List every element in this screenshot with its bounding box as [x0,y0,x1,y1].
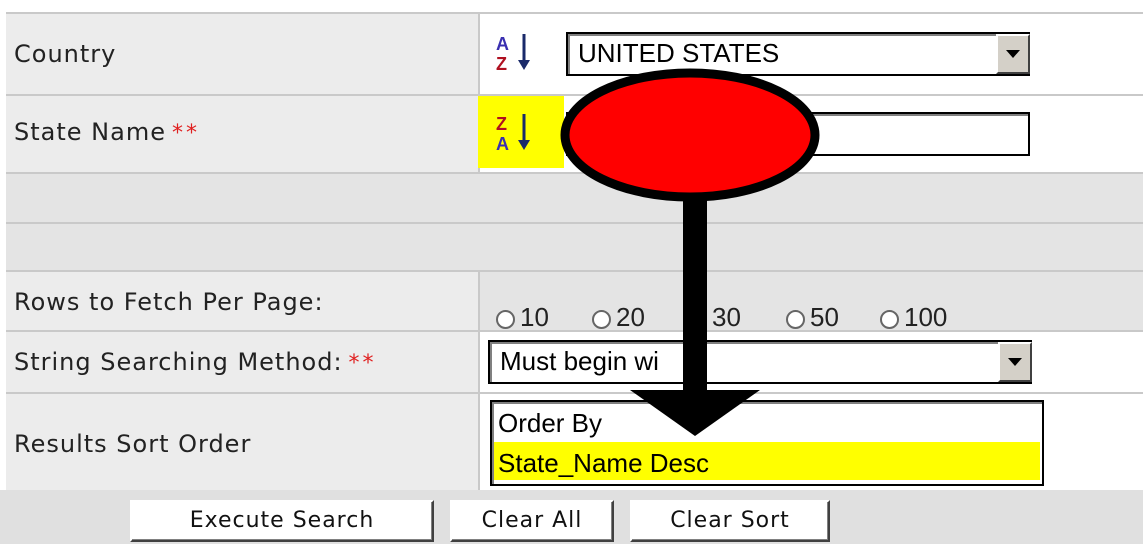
sort-label-cell: Results Sort Order [6,394,480,490]
string-label-text: String Searching Method: [14,348,343,376]
string-label: String Searching Method: ** [14,348,377,376]
clear-all-button[interactable]: Clear All [450,500,614,542]
country-select-value: UNITED STATES [578,38,780,68]
svg-text:A: A [496,34,509,54]
state-name-input[interactable] [566,112,1030,156]
required-marker: ** [348,351,377,376]
empty-row [6,224,1143,270]
sort-option[interactable]: State_Name Desc [498,448,709,479]
sort-ascending-icon[interactable]: A Z [494,30,534,74]
clear-sort-button[interactable]: Clear Sort [630,500,830,542]
radio-label: 10 [520,302,549,332]
country-label: Country [14,40,117,68]
country-select[interactable]: UNITED STATES [566,32,1030,76]
radio-10[interactable]: 10 [496,302,549,333]
chevron-down-icon[interactable] [998,342,1032,382]
svg-text:Z: Z [496,114,507,134]
string-label-cell: String Searching Method: ** [6,332,480,392]
sort-label: Results Sort Order [14,430,252,458]
radio-50[interactable]: 50 [786,302,839,333]
radio-label: 50 [810,302,839,332]
radio-30[interactable]: 30 [688,302,741,333]
state-label-cell: State Name ** [6,96,480,172]
execute-search-button[interactable]: Execute Search [130,500,434,542]
rows-label-cell: Rows to Fetch Per Page: [6,272,480,330]
string-method-value: Must begin wi [500,346,659,376]
state-label: State Name ** [14,118,200,146]
radio-button-icon[interactable] [496,309,515,329]
sort-descending-icon[interactable]: Z A [494,110,534,154]
search-form: Country A Z UNITED STATES State Name ** Z… [0,0,1143,544]
radio-20[interactable]: 20 [592,302,645,333]
state-label-text: State Name [14,118,166,146]
sort-option[interactable]: Order By [498,408,602,439]
rows-label: Rows to Fetch Per Page: [14,288,324,316]
svg-text:A: A [496,134,509,154]
empty-row [6,174,1143,222]
radio-label: 30 [712,302,741,332]
sort-order-listbox[interactable]: Order By State_Name Desc [490,400,1044,486]
radio-100[interactable]: 100 [880,302,947,333]
radio-button-icon[interactable] [880,309,899,329]
radio-label: 100 [904,302,948,332]
svg-text:Z: Z [496,54,507,74]
row-divider [6,12,1143,14]
top-border [0,0,1143,12]
required-marker: ** [171,121,200,146]
radio-label: 20 [616,302,645,332]
string-method-select[interactable]: Must begin wi [488,340,1032,384]
radio-button-icon[interactable] [592,309,611,329]
radio-button-icon[interactable] [688,309,707,329]
radio-button-icon[interactable] [786,309,805,329]
country-label-cell: Country [6,14,480,94]
chevron-down-icon[interactable] [996,34,1030,74]
